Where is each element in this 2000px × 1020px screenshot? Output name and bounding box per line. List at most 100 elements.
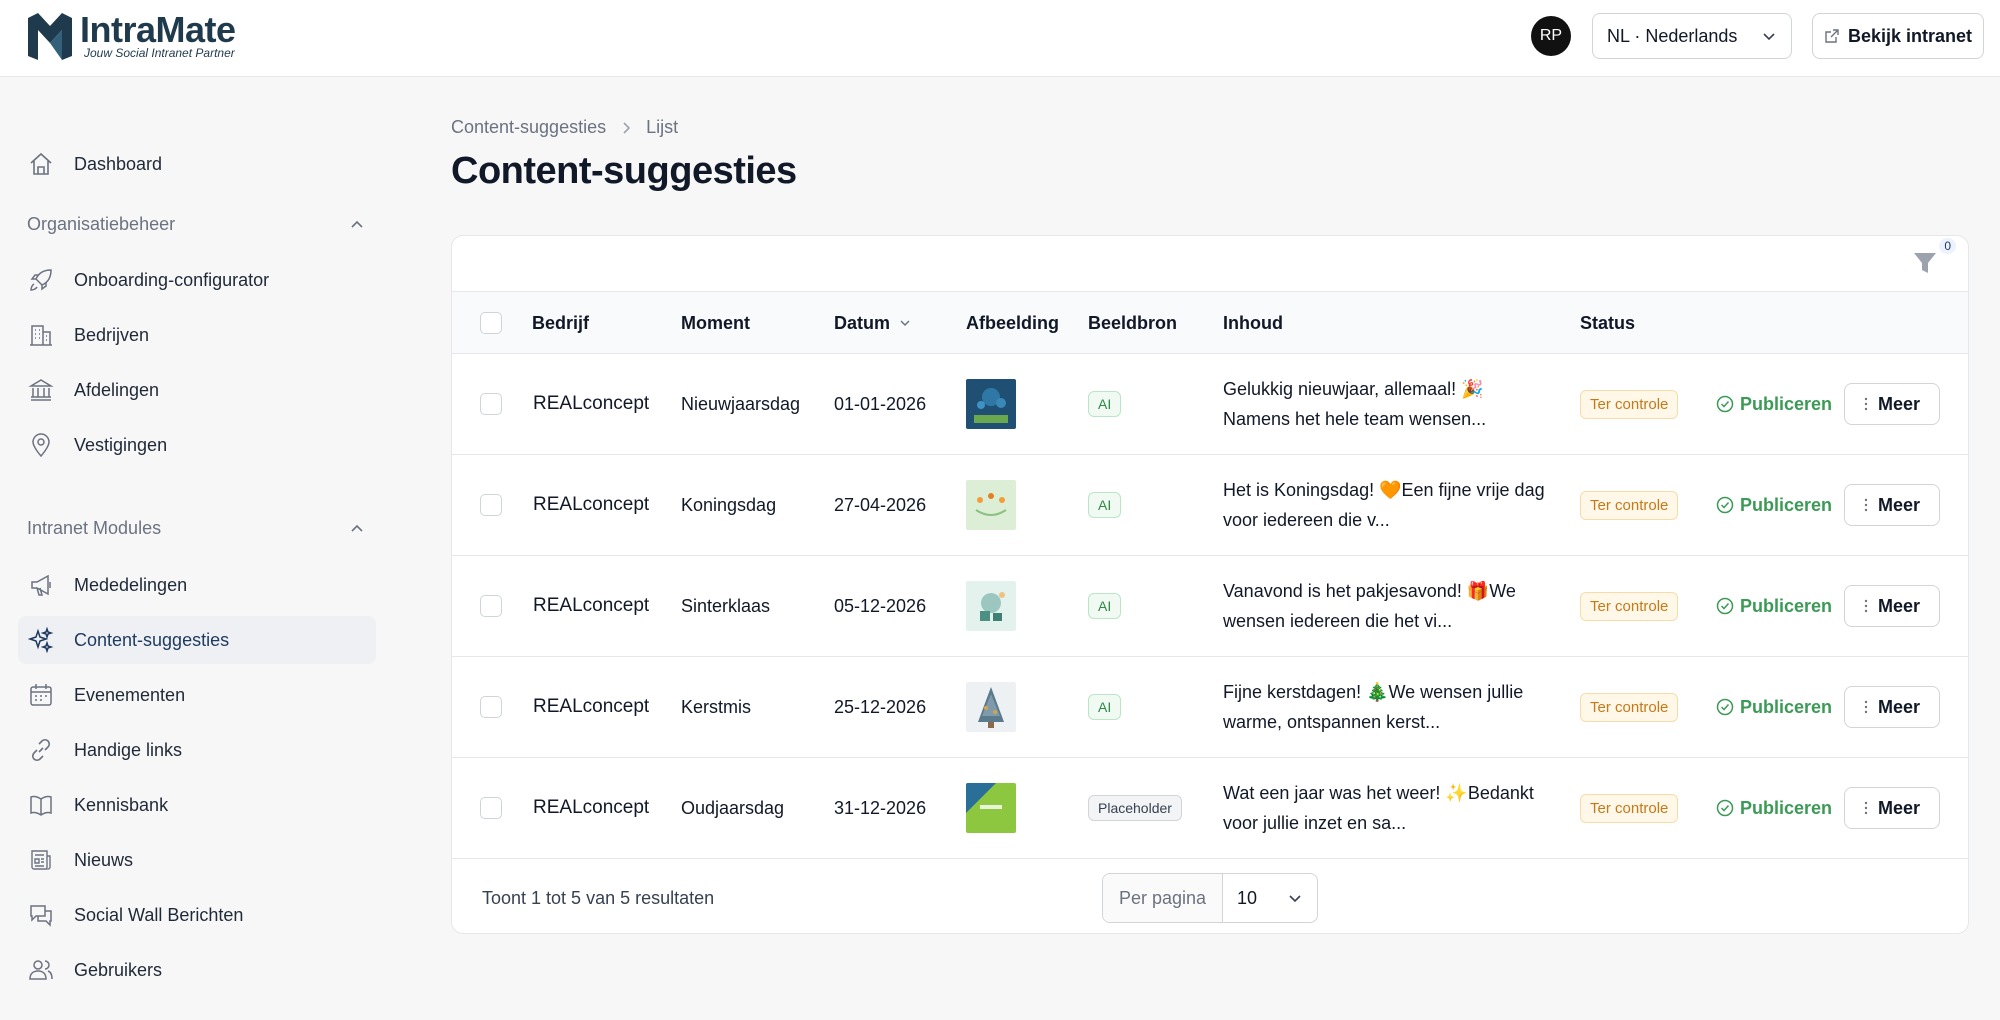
more-button[interactable]: Meer bbox=[1844, 383, 1940, 425]
map-pin-icon bbox=[32, 433, 50, 458]
per-page-select[interactable]: Per pagina 10 bbox=[1102, 873, 1318, 923]
kings-day-thumbnail[interactable] bbox=[966, 480, 1016, 530]
row-moment: Oudjaarsdag bbox=[681, 797, 785, 818]
sidebar-item-label: Afdelingen bbox=[74, 379, 160, 400]
status-badge: Ter controle bbox=[1580, 793, 1679, 823]
sidebar: Dashboard Organisatiebeheer Onboarding-c… bbox=[0, 78, 380, 1020]
sidebar-item-label: Bedrijven bbox=[74, 324, 150, 345]
publish-label: Publiceren bbox=[1740, 696, 1833, 717]
christmas-thumbnail[interactable] bbox=[966, 682, 1016, 732]
publish-button[interactable]: Publiceren bbox=[1716, 758, 1832, 858]
more-button[interactable]: Meer bbox=[1844, 686, 1940, 728]
row-image-cell bbox=[966, 455, 1016, 555]
more-vertical-icon bbox=[1864, 801, 1868, 815]
publish-button[interactable]: Publiceren bbox=[1716, 657, 1832, 757]
calendar-icon bbox=[30, 684, 52, 706]
brand-tagline: Jouw Social Intranet Partner bbox=[84, 46, 235, 60]
row-checkbox[interactable] bbox=[480, 595, 502, 617]
more-label: Meer bbox=[1877, 595, 1921, 616]
language-value: NL · Nederlands bbox=[1607, 25, 1738, 46]
row-checkbox[interactable] bbox=[480, 393, 502, 415]
row-checkbox[interactable] bbox=[480, 494, 502, 516]
more-button[interactable]: Meer bbox=[1844, 787, 1940, 829]
brand-name: IntraMate bbox=[80, 9, 236, 50]
more-cell: Meer bbox=[1844, 657, 1940, 757]
chevron-up-icon bbox=[351, 524, 363, 532]
sidebar-item-evenementen[interactable]: Evenementen bbox=[18, 671, 376, 719]
sidebar-item-afdelingen[interactable]: Afdelingen bbox=[18, 366, 376, 414]
row-source-cell: AI bbox=[1088, 455, 1122, 555]
sidebar-item-vestigingen[interactable]: Vestigingen bbox=[18, 421, 376, 469]
sidebar-item-social-wall[interactable]: Social Wall Berichten bbox=[18, 891, 376, 939]
sidebar-group-organisatiebeheer[interactable]: Organisatiebeheer bbox=[27, 214, 365, 235]
row-content-cell: Wat een jaar was het weer! ✨Bedankt voor… bbox=[1223, 758, 1553, 858]
newspaper-icon bbox=[31, 850, 51, 870]
more-button[interactable]: Meer bbox=[1844, 585, 1940, 627]
row-status-cell: Ter controle bbox=[1580, 758, 1679, 858]
publish-button[interactable]: Publiceren bbox=[1716, 556, 1832, 656]
publish-label: Publiceren bbox=[1740, 393, 1833, 414]
row-image-cell bbox=[966, 556, 1016, 656]
column-header-moment[interactable]: Moment bbox=[681, 292, 750, 354]
sidebar-item-gebruikers[interactable]: Gebruikers bbox=[18, 946, 376, 994]
chat-bubbles-icon bbox=[30, 905, 52, 927]
row-status-cell: Ter controle bbox=[1580, 455, 1679, 555]
row-checkbox[interactable] bbox=[480, 797, 502, 819]
source-badge: AI bbox=[1088, 694, 1122, 720]
status-badge: Ter controle bbox=[1580, 389, 1679, 419]
more-button[interactable]: Meer bbox=[1844, 484, 1940, 526]
breadcrumb: Content-suggesties Lijst bbox=[451, 117, 678, 138]
sidebar-item-dashboard[interactable]: Dashboard bbox=[18, 140, 376, 188]
column-header-date[interactable]: Datum bbox=[834, 292, 912, 354]
filter-icon[interactable] bbox=[1912, 250, 1938, 276]
row-status-cell: Ter controle bbox=[1580, 556, 1679, 656]
row-content-cell: Fijne kerstdagen! 🎄We wensen jullie warm… bbox=[1223, 657, 1553, 757]
row-moment: Kerstmis bbox=[681, 696, 752, 717]
check-circle-icon bbox=[1716, 395, 1734, 413]
row-checkbox[interactable] bbox=[480, 696, 502, 718]
per-page-value-box[interactable]: 10 bbox=[1223, 874, 1317, 922]
more-vertical-icon bbox=[1864, 397, 1868, 411]
column-header-company[interactable]: Bedrijf bbox=[532, 292, 589, 354]
table-row: REALconcept Oudjaarsdag 31-12-2026 Place… bbox=[452, 758, 1968, 859]
sidebar-item-kennisbank[interactable]: Kennisbank bbox=[18, 781, 376, 829]
bank-icon bbox=[28, 379, 54, 401]
table-toolbar: 0 bbox=[452, 236, 1968, 292]
sidebar-item-mededelingen[interactable]: Mededelingen bbox=[18, 561, 376, 609]
brand-logo[interactable]: IntraMate Jouw Social Intranet Partner bbox=[26, 10, 236, 62]
publish-button[interactable]: Publiceren bbox=[1716, 455, 1832, 555]
status-badge: Ter controle bbox=[1580, 591, 1679, 621]
check-circle-icon bbox=[1716, 496, 1734, 514]
sidebar-item-label: Dashboard bbox=[74, 153, 163, 174]
sidebar-item-content-suggesties[interactable]: Content-suggesties bbox=[18, 616, 376, 664]
sidebar-group-intranet-modules[interactable]: Intranet Modules bbox=[27, 518, 365, 539]
row-date: 25-12-2026 bbox=[834, 696, 927, 717]
new-year-thumbnail[interactable] bbox=[966, 379, 1016, 429]
view-intranet-label: Bekijk intranet bbox=[1847, 25, 1973, 46]
sidebar-item-nieuws[interactable]: Nieuws bbox=[18, 836, 376, 884]
publish-label: Publiceren bbox=[1740, 595, 1833, 616]
user-avatar[interactable]: RP bbox=[1531, 16, 1571, 56]
view-intranet-button[interactable]: Bekijk intranet bbox=[1812, 13, 1984, 59]
results-summary: Toont 1 tot 5 van 5 resultaten bbox=[482, 888, 715, 908]
language-select[interactable]: NL · Nederlands bbox=[1592, 13, 1792, 59]
select-all-checkbox[interactable] bbox=[480, 312, 502, 334]
sidebar-item-handige-links[interactable]: Handige links bbox=[18, 726, 376, 774]
sinterklaas-thumbnail[interactable] bbox=[966, 581, 1016, 631]
more-label: Meer bbox=[1877, 494, 1921, 515]
publish-button[interactable]: Publiceren bbox=[1716, 354, 1832, 454]
sidebar-item-bedrijven[interactable]: Bedrijven bbox=[18, 311, 376, 359]
row-image-cell bbox=[966, 758, 1016, 858]
publish-label: Publiceren bbox=[1740, 797, 1833, 818]
placeholder-thumbnail[interactable] bbox=[966, 783, 1016, 833]
row-moment: Nieuwjaarsdag bbox=[681, 393, 801, 414]
breadcrumb-parent[interactable]: Content-suggesties bbox=[451, 117, 606, 138]
column-header-content: Inhoud bbox=[1223, 312, 1283, 333]
sidebar-item-label: Mededelingen bbox=[74, 574, 188, 595]
sidebar-item-onboarding[interactable]: Onboarding-configurator bbox=[18, 256, 376, 304]
row-source-cell: AI bbox=[1088, 657, 1122, 757]
row-content: Wat een jaar was het weer! ✨Bedankt voor… bbox=[1223, 783, 1534, 833]
source-badge: AI bbox=[1088, 593, 1122, 619]
row-company: REALconcept bbox=[533, 595, 650, 616]
per-page-value: 10 bbox=[1237, 887, 1258, 908]
